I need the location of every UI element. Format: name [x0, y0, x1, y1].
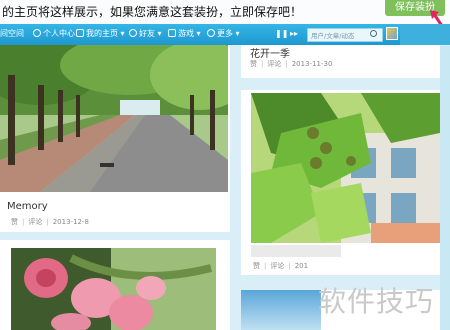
post-title[interactable]: 花开一季 [250, 45, 290, 60]
more-icon [207, 29, 215, 37]
nav-friends[interactable]: 好友 ▾ [129, 28, 162, 39]
tree-road-photo[interactable] [0, 45, 228, 192]
post-title[interactable]: Memory [7, 201, 48, 212]
nav-personal-center[interactable]: 个人中心 [33, 28, 75, 39]
post-card-memory: Memory 赞 | 评论 | 2013-12-8 [0, 45, 230, 232]
friends-icon [129, 29, 137, 37]
post-card-roses [0, 240, 230, 330]
post-date: 2013-12-8 [52, 218, 89, 226]
like-link[interactable]: 赞 [250, 60, 257, 68]
avatar[interactable] [386, 27, 398, 40]
house-icon [76, 29, 84, 37]
next-track-icon[interactable]: ▸▸ [289, 29, 299, 39]
comment-link[interactable]: 评论 [270, 262, 284, 270]
post-card-flowers-season: 花开一季 赞 | 评论 | 2013-11-30 [241, 45, 440, 78]
nav-games[interactable]: 游戏 ▾ [168, 28, 201, 39]
like-link[interactable]: 赞 [11, 218, 18, 226]
post-date: 2013-11-30 [291, 60, 333, 68]
post-date: 201 [294, 262, 309, 270]
sky-photo[interactable] [241, 290, 321, 330]
nav-more[interactable]: 更多 ▾ [207, 28, 240, 39]
nav-right-area [400, 24, 450, 45]
search-icon[interactable] [370, 30, 377, 37]
post-meta: 赞 | 评论 | 2013-11-30 [250, 60, 333, 68]
banner-text: 的主页将这样展示，如果您满意这套装扮，立即保存吧！ [2, 5, 303, 19]
comment-link[interactable]: 评论 [28, 218, 42, 226]
leaves-photo[interactable] [251, 93, 440, 243]
post-title-placeholder [251, 245, 341, 257]
post-meta: 赞 | 评论 | 201 [253, 262, 309, 270]
search-placeholder: 用户/文章/动态 [311, 32, 355, 40]
pause-icon[interactable]: ❚❚ [275, 29, 288, 39]
nav-space[interactable]: 间空间 [0, 28, 24, 39]
roses-photo[interactable] [11, 248, 216, 330]
search-input[interactable]: 用户/文章/动态 [307, 28, 383, 42]
post-meta: 赞 | 评论 | 2013-12-8 [11, 218, 89, 226]
post-card-leaves: 赞 | 评论 | 201 [241, 90, 440, 275]
preview-banner: 的主页将这样展示，如果您满意这套装扮，立即保存吧！ [0, 0, 450, 25]
user-icon [33, 29, 41, 37]
game-icon [168, 29, 176, 37]
nav-my-homepage[interactable]: 我的主页 ▾ [76, 28, 125, 39]
comment-link[interactable]: 评论 [267, 60, 281, 68]
side-scroll-strip[interactable] [440, 46, 450, 330]
like-link[interactable]: 赞 [253, 262, 260, 270]
watermark-text: 软件技巧 [318, 285, 435, 318]
